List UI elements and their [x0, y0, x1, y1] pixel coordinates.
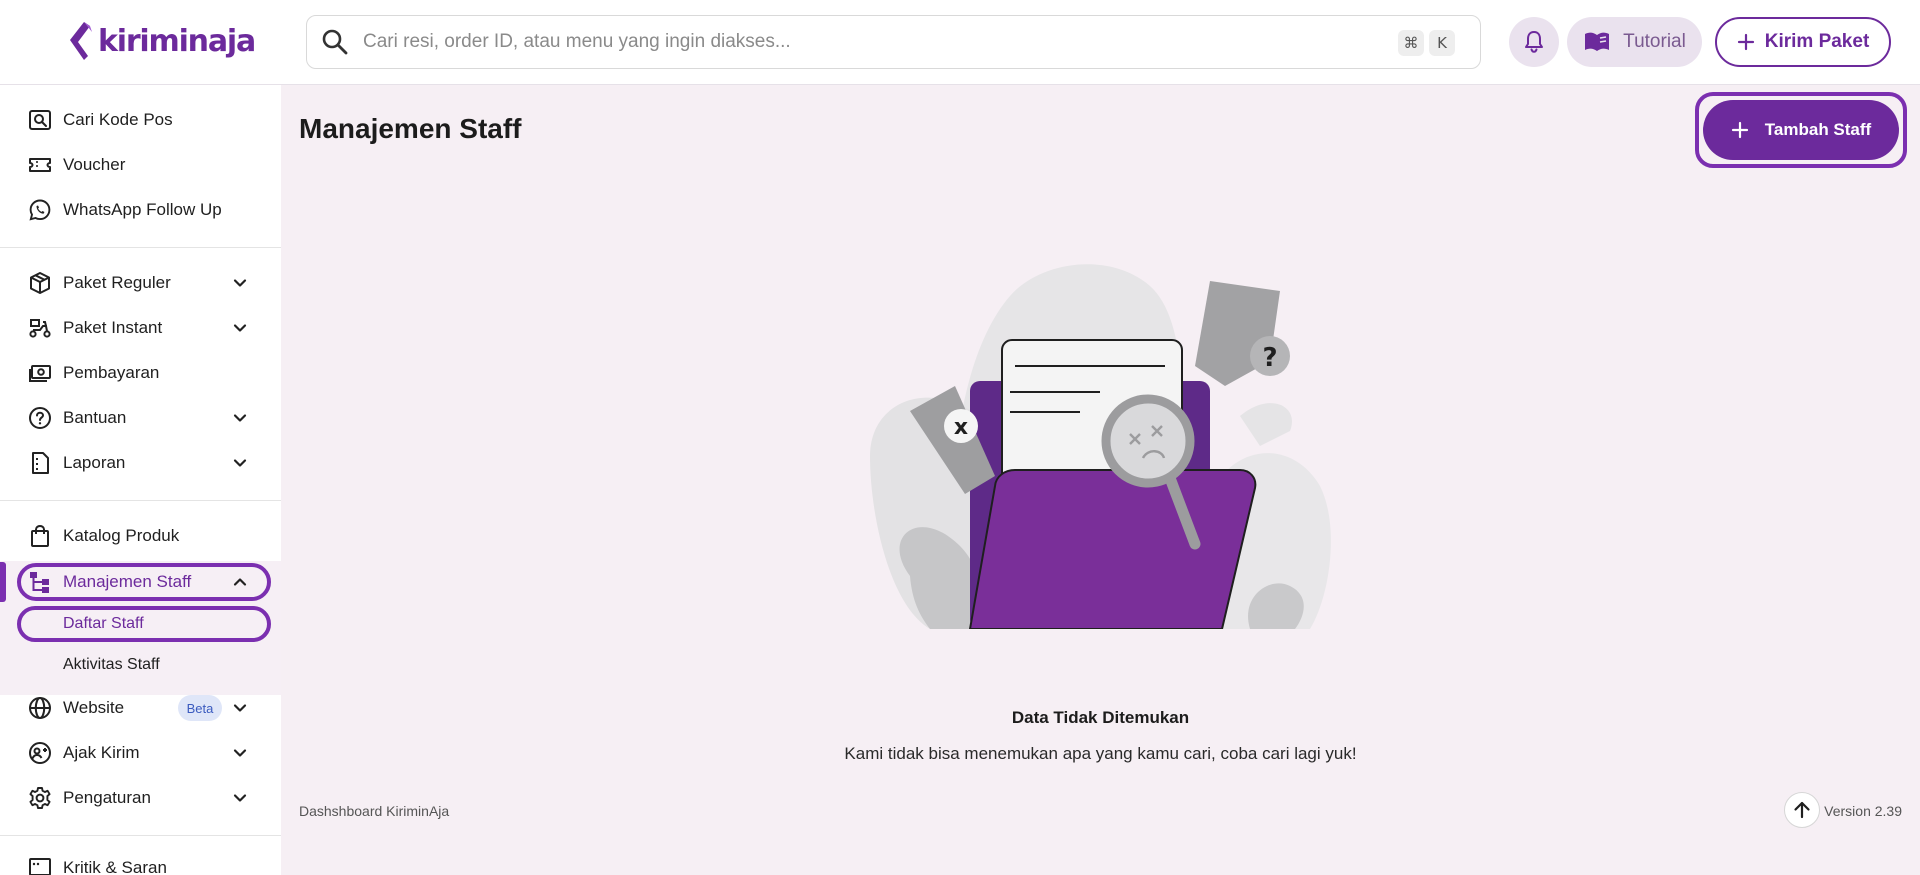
sidebar-divider — [0, 500, 281, 501]
sidebar-item-cari-kode-pos[interactable]: Cari Kode Pos — [0, 100, 281, 140]
book-icon — [1585, 32, 1610, 51]
scroll-to-top-button[interactable] — [1784, 792, 1820, 828]
money-icon — [29, 365, 51, 382]
sidebar-item-label: Paket Instant — [63, 318, 163, 337]
sidebar-item-label: Cari Kode Pos — [63, 110, 173, 129]
top-header: kiriminaja ⌘ K Tutorial Kirim Paket — [0, 0, 1920, 85]
svg-text:?: ? — [1262, 343, 1277, 373]
plus-icon — [1731, 121, 1748, 139]
help-icon — [29, 407, 51, 429]
chevron-down-icon — [233, 749, 247, 757]
sidebar: Cari Kode Pos Voucher WhatsApp Follow Up… — [0, 85, 281, 875]
ticket-icon — [29, 158, 51, 172]
beta-badge: Beta — [178, 695, 222, 721]
sidebar-item-pengaturan[interactable]: Pengaturan — [0, 778, 281, 818]
sidebar-item-pembayaran[interactable]: Pembayaran — [0, 353, 281, 393]
search-input[interactable] — [363, 31, 1363, 53]
kiriminaja-logo[interactable]: kiriminaja — [64, 20, 256, 62]
box-icon — [30, 272, 50, 294]
sidebar-subitem-daftar-staff[interactable]: Daftar Staff — [63, 615, 144, 633]
sidebar-item-laporan[interactable]: Laporan — [0, 443, 281, 483]
shopping-bag-icon — [31, 524, 49, 547]
plus-icon — [1737, 33, 1754, 51]
sidebar-item-label: Paket Reguler — [63, 273, 171, 292]
shortcut-k-key: K — [1429, 30, 1455, 56]
sidebar-item-label: Kritik & Saran — [63, 858, 167, 875]
chevron-down-icon — [233, 704, 247, 712]
sidebar-item-label: Pembayaran — [63, 363, 160, 382]
tutorial-label: Tutorial — [1623, 31, 1686, 52]
sidebar-item-label: Website — [63, 698, 125, 717]
global-search[interactable]: ⌘ K — [306, 15, 1481, 69]
sidebar-item-label: Manajemen Staff — [63, 572, 192, 591]
report-icon — [32, 452, 49, 474]
sidebar-item-whatsapp-follow-up[interactable]: WhatsApp Follow Up — [0, 190, 281, 230]
empty-state-illustration: x ? — [870, 264, 1331, 629]
referral-icon — [29, 742, 51, 764]
tutorial-button[interactable]: Tutorial — [1567, 17, 1702, 67]
chevron-down-icon — [233, 324, 247, 332]
whatsapp-icon — [29, 199, 51, 221]
notification-button[interactable] — [1509, 17, 1559, 67]
sidebar-item-label: Ajak Kirim — [63, 743, 140, 762]
sidebar-item-paket-reguler[interactable]: Paket Reguler — [0, 263, 281, 303]
sidebar-divider — [0, 835, 281, 836]
chevron-up-icon — [233, 578, 247, 586]
kiriminaja-logo-icon — [70, 22, 92, 60]
sidebar-item-label: Bantuan — [63, 408, 127, 427]
sidebar-item-katalog-produk[interactable]: Katalog Produk — [0, 516, 281, 556]
sidebar-item-manajemen-staff[interactable]: Manajemen Staff — [0, 562, 281, 602]
page-title: Manajemen Staff — [299, 113, 522, 144]
highlight-outline-tambah-staff: Tambah Staff — [1695, 92, 1907, 168]
sidebar-item-label: WhatsApp Follow Up — [63, 200, 222, 219]
chevron-down-icon — [233, 459, 247, 467]
kirim-paket-label: Kirim Paket — [1764, 31, 1870, 52]
chevron-down-icon — [233, 794, 247, 802]
sidebar-item-label: Katalog Produk — [63, 526, 180, 545]
feedback-icon — [29, 858, 51, 875]
empty-state-description: Kami tidak bisa menemukan apa yang kamu … — [844, 744, 1357, 763]
sidebar-item-label: Pengaturan — [63, 788, 151, 807]
org-chart-icon — [30, 572, 49, 593]
sidebar-item-bantuan[interactable]: Bantuan — [0, 398, 281, 438]
chevron-down-icon — [233, 414, 247, 422]
bell-icon — [1525, 31, 1543, 53]
footer-text: Dashshboard KiriminAja — [299, 803, 450, 819]
sidebar-item-label: Laporan — [63, 453, 126, 472]
tambah-staff-label: Tambah Staff — [1764, 120, 1872, 139]
tambah-staff-button[interactable]: Tambah Staff — [1703, 100, 1899, 160]
sidebar-item-ajak-kirim[interactable]: Ajak Kirim — [0, 733, 281, 773]
sidebar-item-kritik-saran[interactable]: Kritik & Saran — [0, 848, 281, 875]
sidebar-subitem-aktivitas-staff[interactable]: Aktivitas Staff — [63, 656, 160, 674]
search-icon — [322, 29, 348, 55]
postcode-search-icon — [29, 110, 51, 130]
sidebar-divider — [0, 247, 281, 248]
scooter-icon — [29, 319, 51, 338]
shortcut-cmd-key: ⌘ — [1398, 30, 1424, 56]
sidebar-item-voucher[interactable]: Voucher — [0, 145, 281, 185]
main-content: Manajemen Staff Tambah Staff x ? Data Ti… — [281, 85, 1920, 875]
sidebar-item-website[interactable]: Website Beta — [0, 688, 281, 728]
arrow-up-icon — [1794, 801, 1810, 819]
chevron-down-icon — [233, 279, 247, 287]
gear-icon — [29, 787, 51, 809]
globe-icon — [29, 697, 51, 719]
empty-state-title: Data Tidak Ditemukan — [1011, 708, 1190, 727]
sidebar-item-paket-instant[interactable]: Paket Instant — [0, 308, 281, 348]
sidebar-item-label: Voucher — [63, 155, 126, 174]
logo-text: kiriminaja — [98, 23, 256, 59]
version-text: Version 2.39 — [1824, 803, 1902, 819]
kirim-paket-button[interactable]: Kirim Paket — [1715, 17, 1891, 67]
svg-text:x: x — [954, 415, 968, 440]
